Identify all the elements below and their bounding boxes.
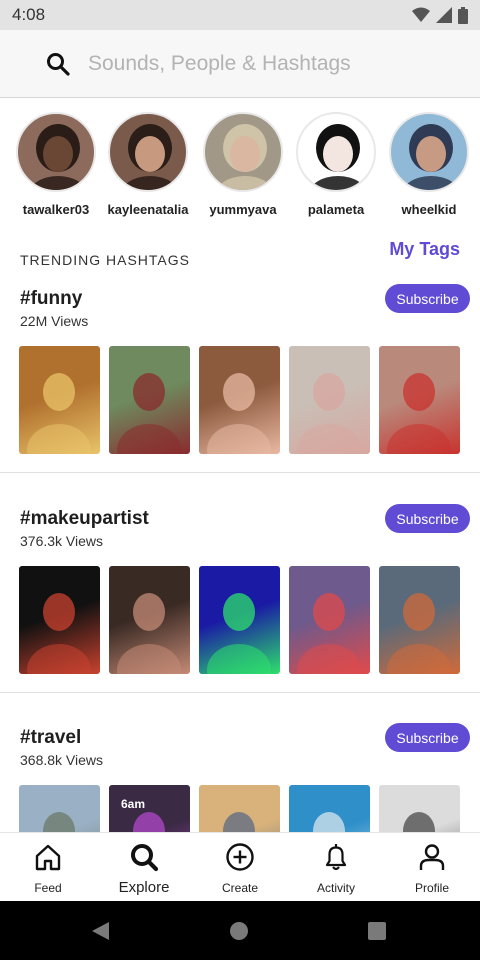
video-thumbnail[interactable]: [199, 566, 280, 674]
hashtag-views: 368.8k Views: [20, 752, 104, 768]
video-thumbnail[interactable]: [379, 785, 460, 832]
person-username[interactable]: tawalker03: [23, 202, 90, 217]
hashtag-views: 376.3k Views: [20, 533, 104, 549]
search-bar: [0, 30, 480, 98]
section-divider: [0, 472, 480, 473]
person-item[interactable]: palameta: [289, 112, 383, 217]
status-icons: [412, 6, 468, 24]
avatar[interactable]: [203, 112, 283, 192]
person-username[interactable]: kayleenatalia: [108, 202, 189, 217]
back-icon[interactable]: [89, 920, 111, 942]
nav-feed[interactable]: Feed: [0, 833, 96, 902]
plus-circle-icon: [225, 842, 255, 877]
nav-label: Feed: [34, 881, 62, 895]
explore-content[interactable]: tawalker03 kayleenatalia yummyava palameta w…: [0, 98, 480, 832]
status-time: 4:08: [12, 5, 46, 24]
system-nav-bar: [0, 901, 480, 960]
person-username[interactable]: yummyava: [209, 202, 276, 217]
nav-label: Explore: [118, 879, 170, 896]
bell-icon: [321, 842, 351, 877]
nav-explore[interactable]: Explore: [96, 833, 192, 902]
nav-label: Profile: [414, 881, 449, 895]
video-thumbnail[interactable]: [379, 346, 460, 454]
trending-hashtags-title: TRENDING HASHTAGS: [20, 252, 190, 268]
wifi-icon: [412, 7, 430, 22]
video-thumbnail[interactable]: [19, 785, 100, 832]
section-divider: [0, 692, 480, 693]
subscribe-button[interactable]: Subscribe: [385, 723, 470, 752]
recents-icon[interactable]: [368, 922, 386, 940]
nav-label: Create: [221, 881, 259, 895]
person-item[interactable]: tawalker03: [9, 112, 103, 217]
video-thumbnails: 6am: [19, 785, 461, 832]
people-row: tawalker03 kayleenatalia yummyava palameta w…: [0, 112, 480, 222]
video-thumbnail[interactable]: [199, 785, 280, 832]
person-username[interactable]: wheelkid: [402, 202, 457, 217]
video-thumbnail[interactable]: [289, 346, 370, 454]
video-thumbnail[interactable]: [19, 566, 100, 674]
video-thumbnails: [19, 566, 461, 674]
hashtag-views: 22M Views: [20, 313, 89, 329]
subscribe-button[interactable]: Subscribe: [385, 504, 470, 533]
my-tags-link[interactable]: My Tags: [389, 239, 460, 260]
avatar[interactable]: [296, 112, 376, 192]
avatar[interactable]: [16, 112, 96, 192]
home-circle-icon[interactable]: [229, 921, 249, 941]
video-thumbnail[interactable]: [379, 566, 460, 674]
person-item[interactable]: yummyava: [196, 112, 290, 217]
battery-icon: [458, 6, 468, 24]
search-icon: [129, 842, 159, 877]
subscribe-button[interactable]: Subscribe: [385, 284, 470, 313]
avatar[interactable]: [108, 112, 188, 192]
person-item[interactable]: wheelkid: [382, 112, 476, 217]
search-input[interactable]: [88, 51, 448, 76]
avatar[interactable]: [389, 112, 469, 192]
video-thumbnail[interactable]: [289, 785, 370, 832]
hashtag-name[interactable]: #makeupartist: [20, 508, 149, 530]
status-bar: 4:08: [0, 0, 480, 30]
video-thumbnail[interactable]: [199, 346, 280, 454]
search-icon[interactable]: [46, 52, 70, 76]
signal-icon: [436, 7, 452, 23]
user-icon: [417, 842, 447, 877]
hashtag-name[interactable]: #travel: [20, 727, 81, 749]
thumbnail-caption: 6am: [121, 797, 146, 811]
person-username[interactable]: palameta: [308, 202, 364, 217]
home-icon: [33, 842, 63, 877]
video-thumbnail[interactable]: [109, 346, 190, 454]
person-item[interactable]: kayleenatalia: [101, 112, 195, 217]
video-thumbnail[interactable]: [19, 346, 100, 454]
bottom-nav: Feed Explore Create Activity Profile: [0, 832, 480, 901]
video-thumbnail[interactable]: 6am: [109, 785, 190, 832]
video-thumbnail[interactable]: [289, 566, 370, 674]
nav-profile[interactable]: Profile: [384, 833, 480, 902]
video-thumbnail[interactable]: [109, 566, 190, 674]
nav-label: Activity: [316, 881, 355, 895]
nav-create[interactable]: Create: [192, 833, 288, 902]
video-thumbnails: [19, 346, 461, 454]
hashtag-name[interactable]: #funny: [20, 288, 82, 310]
nav-activity[interactable]: Activity: [288, 833, 384, 902]
